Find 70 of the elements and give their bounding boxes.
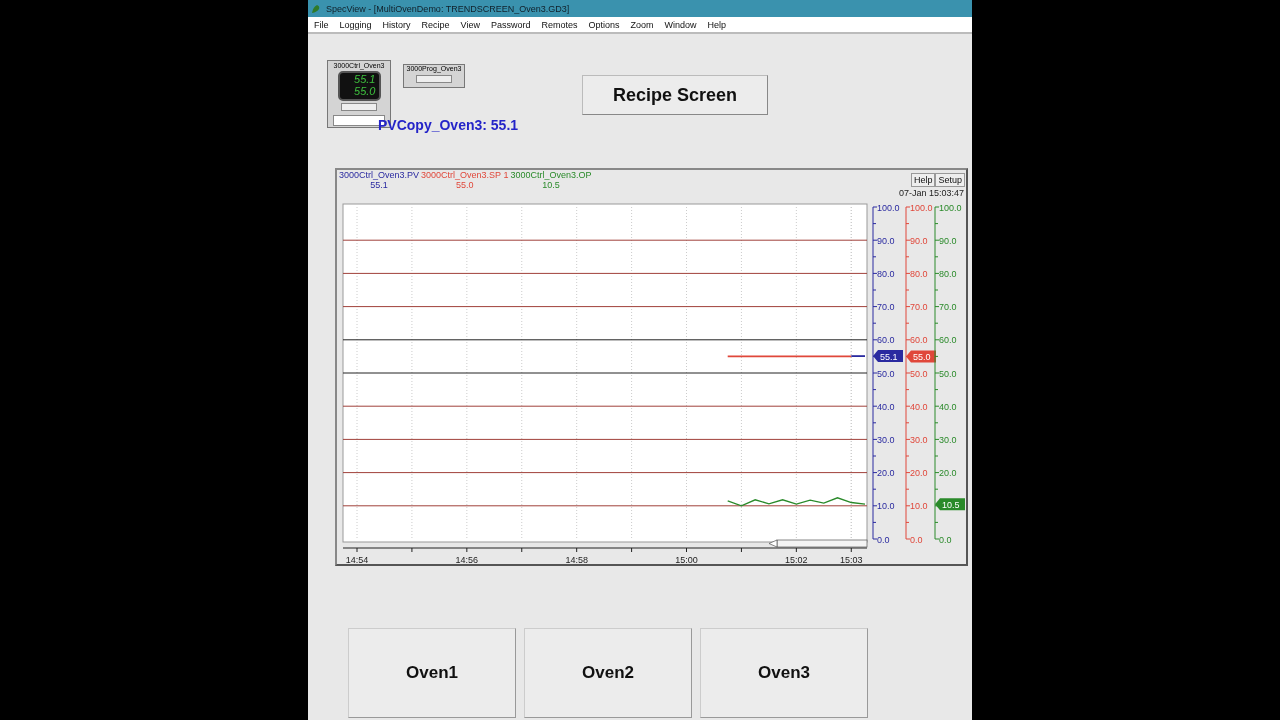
faceplate-button[interactable] (341, 103, 377, 111)
time-label: 14:58 (565, 555, 588, 564)
axis-label: 30.0 (877, 434, 895, 445)
pen-reading: 55.0 (455, 180, 474, 190)
recipe-screen-button[interactable]: Recipe Screen (582, 75, 768, 115)
axis-label: 80.0 (877, 268, 895, 279)
axis-label: 60.0 (910, 335, 928, 346)
pv-reading: 55.1 (354, 73, 376, 85)
faceplate-button[interactable] (416, 75, 452, 83)
menu-item[interactable]: Options (588, 19, 620, 30)
time-label: 15:00 (675, 555, 698, 564)
axis-label: 50.0 (910, 368, 928, 379)
axis-label: 90.0 (939, 235, 957, 246)
window-title: SpecView - [MultiOvenDemo: TRENDSCREEN_Oven3.GD3] (326, 3, 570, 14)
axis-label: 30.0 (910, 434, 928, 445)
axis-label: 40.0 (877, 401, 895, 412)
axis-label: 90.0 (877, 235, 895, 246)
timestamp: 07-Jan 15:03:47 (898, 188, 964, 198)
axis-label: 0.0 (910, 534, 923, 545)
axis-label: 0.0 (939, 534, 952, 545)
axis-label: 70.0 (910, 302, 928, 313)
axis-label: 70.0 (877, 302, 895, 313)
oven-button[interactable]: Oven2 (524, 628, 692, 718)
time-label: 15:02 (785, 555, 808, 564)
axis-label: 20.0 (910, 468, 928, 479)
axis-label: 100.0 (939, 202, 962, 213)
time-label: 15:03 (840, 555, 863, 564)
axis-label: 40.0 (939, 401, 957, 412)
menu-item[interactable]: History (382, 19, 411, 30)
pen-reading: 10.5 (542, 180, 560, 190)
time-label: 14:56 (455, 555, 479, 564)
menu-item[interactable]: View (460, 19, 480, 30)
axis-label: 100.0 (910, 202, 933, 213)
menu-item[interactable]: Zoom (630, 19, 654, 30)
value-marker: 55.1 (873, 350, 903, 363)
oven-button[interactable]: Oven3 (700, 628, 868, 718)
axis-label: 80.0 (939, 268, 957, 279)
axis-label: 60.0 (939, 335, 957, 346)
axis-label: 50.0 (939, 368, 957, 379)
axis-label: 70.0 (939, 302, 957, 313)
axis-label: 50.0 (877, 368, 895, 379)
menu-item[interactable]: Password (490, 19, 531, 30)
menu-item[interactable]: Recipe (421, 19, 450, 30)
axis-label: 60.0 (877, 335, 895, 346)
pen-name: 3000Ctrl_Oven3.PV (339, 170, 420, 180)
pen-name: 3000Ctrl_Oven3.OP (510, 170, 592, 180)
scroll-handle[interactable] (768, 539, 868, 548)
menu-item[interactable]: File (314, 19, 329, 30)
axis-label: 10.0 (877, 501, 895, 512)
trend-button[interactable]: Help (910, 173, 936, 187)
axis-label: 0.0 (877, 534, 890, 545)
axis-label: 30.0 (939, 434, 957, 445)
time-label: 14:54 (345, 555, 369, 564)
trend-button[interactable]: Setup (935, 173, 965, 187)
sp-reading: 55.0 (354, 85, 376, 97)
menu-item[interactable]: Help (707, 19, 727, 30)
axis-label: 10.0 (910, 501, 928, 512)
oven-button[interactable]: Oven1 (348, 628, 516, 718)
menu-item[interactable]: Window (664, 19, 697, 30)
axis-label: 40.0 (910, 401, 928, 412)
menu-item[interactable]: Remotes (541, 19, 578, 30)
value-marker: 10.5 (935, 498, 965, 511)
axis-label: 20.0 (877, 468, 895, 479)
pen-reading: 55.1 (370, 180, 388, 190)
axis-label: 90.0 (910, 235, 928, 246)
axis-label: 80.0 (910, 268, 928, 279)
axis-label: 100.0 (877, 202, 900, 213)
axis-label: 20.0 (939, 468, 957, 479)
pen-name: 3000Ctrl_Oven3.SP 1 (421, 170, 509, 180)
menu-item[interactable]: Logging (339, 19, 372, 30)
